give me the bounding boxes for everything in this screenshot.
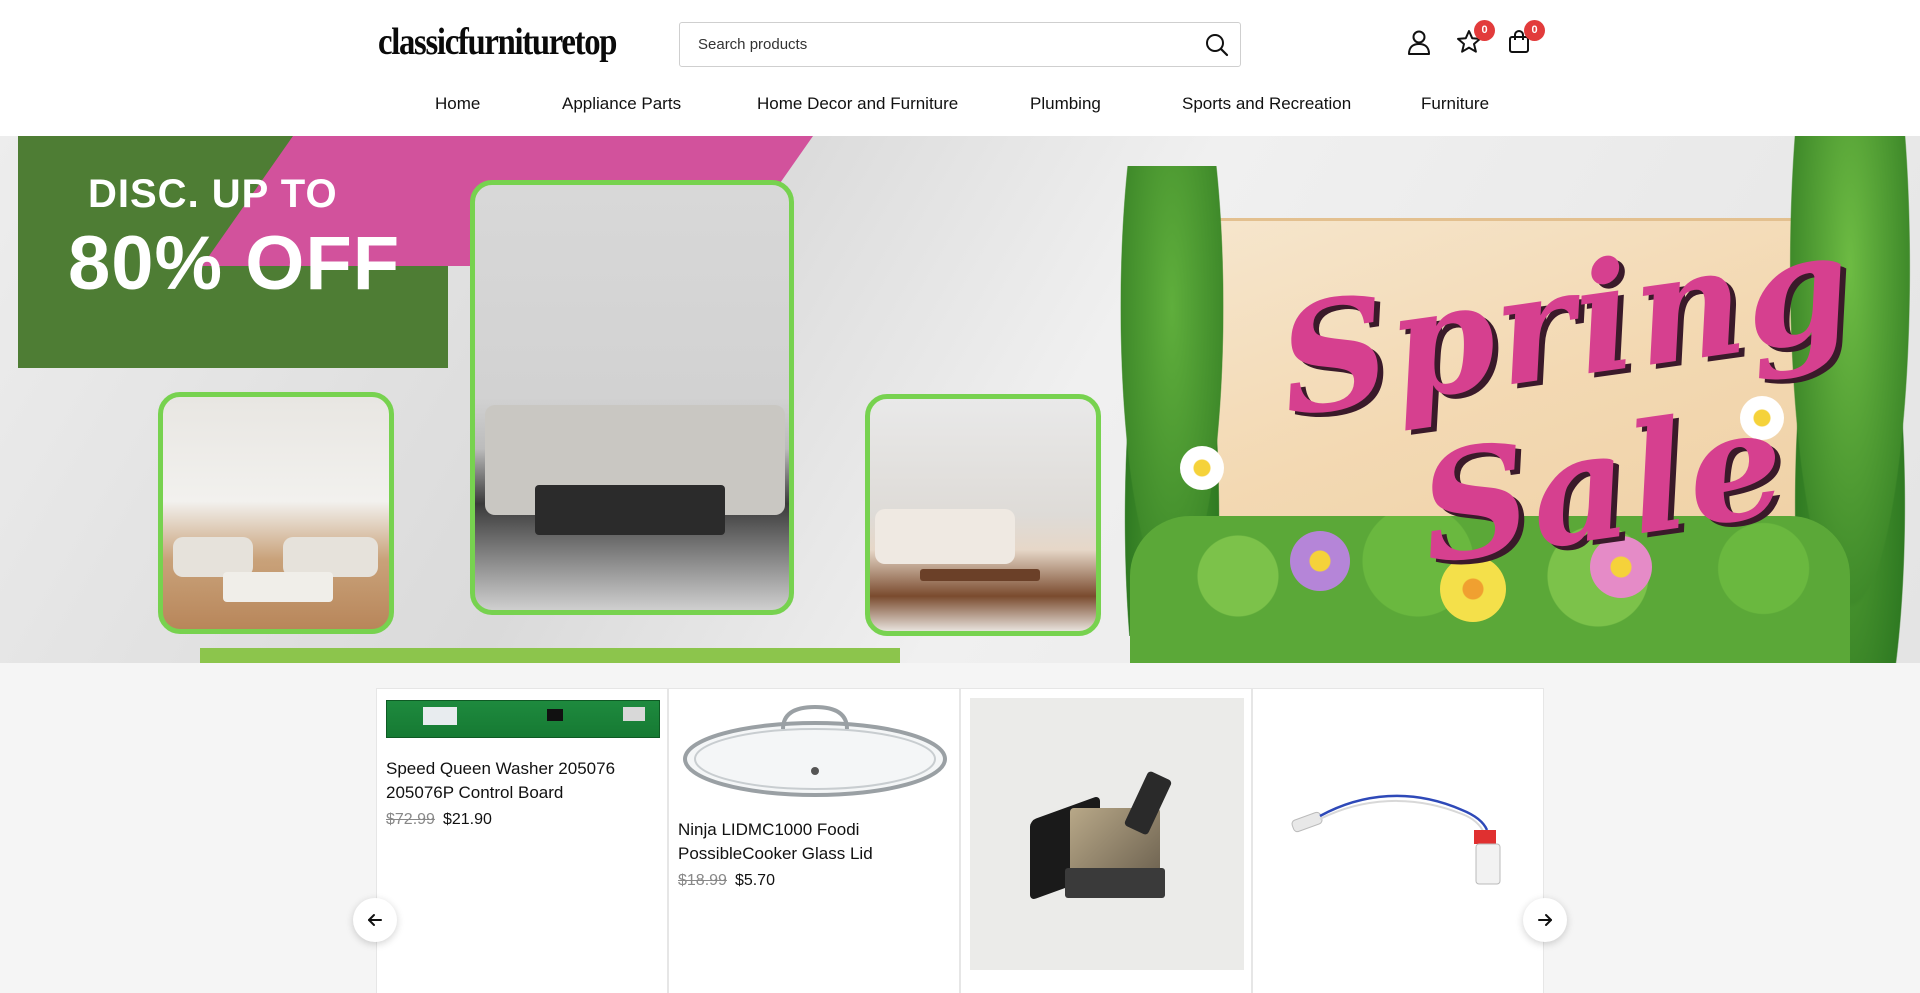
product-card[interactable] [1252,688,1544,993]
product-title[interactable]: Speed Queen Washer 205076 205076P Contro… [386,757,660,805]
banner-green-stripe [200,648,900,663]
carousel-next-button[interactable] [1523,898,1567,942]
user-icon [1408,30,1430,55]
nav-item-appliance-parts[interactable]: Appliance Parts [562,94,681,114]
product-image[interactable] [386,700,660,738]
product-price: $72.99 $21.90 [386,811,492,829]
product-card[interactable]: Speed Queen Washer 205076 205076P Contro… [376,688,668,993]
nav-item-home[interactable]: Home [435,94,480,114]
search-bar [679,22,1241,67]
product-image[interactable] [1262,698,1536,970]
wishlist-count-badge: 0 [1474,20,1495,41]
nav-item-furniture[interactable]: Furniture [1421,94,1489,114]
banner-flower [1290,531,1350,591]
site-header: classicfurnituretop 0 0 Home Appliance P [0,0,1920,136]
hero-banner[interactable]: DISC. UP TO 80% OFF Spring Sale [0,136,1920,663]
nav-item-sports-and-recreation[interactable]: Sports and Recreation [1182,94,1351,114]
search-button[interactable] [1204,32,1230,58]
product-image[interactable] [678,699,952,799]
product-old-price: $18.99 [678,872,727,889]
cart-count-badge: 0 [1524,20,1545,41]
product-image[interactable] [970,698,1244,970]
carousel-prev-button[interactable] [353,898,397,942]
cart-button[interactable]: 0 [1505,20,1545,56]
main-nav: Home Appliance Parts Home Decor and Furn… [0,94,1920,124]
wishlist-button[interactable]: 0 [1455,20,1495,56]
arrow-left-icon [368,914,382,926]
product-card[interactable] [960,688,1252,993]
product-card[interactable]: Ninja LIDMC1000 Foodi PossibleCooker Gla… [668,688,960,993]
nav-item-home-decor-and-furniture[interactable]: Home Decor and Furniture [757,94,958,114]
banner-room-photo-left [158,392,394,634]
banner-discount-line2: 80% OFF [68,221,401,306]
nav-item-plumbing[interactable]: Plumbing [1030,94,1101,114]
product-price: $18.99 $5.70 [678,872,775,890]
account-button[interactable] [1405,28,1433,56]
banner-discount-line1: DISC. UP TO [88,172,338,216]
product-carousel: Speed Queen Washer 205076 205076P Contro… [376,688,1544,993]
site-logo[interactable]: classicfurnituretop [378,20,617,64]
product-old-price: $72.99 [386,811,435,828]
glass-lid-image [683,704,947,797]
arrow-right-icon [1538,914,1552,926]
search-icon [1206,34,1229,57]
product-sale-price: $5.70 [734,872,775,889]
sensor-wire-image [1291,794,1501,885]
product-title[interactable]: Ninja LIDMC1000 Foodi PossibleCooker Gla… [678,818,952,866]
search-input[interactable] [698,23,1168,66]
banner-room-photo-right [865,394,1101,636]
product-sale-price: $21.90 [442,811,492,828]
banner-room-photo-center [470,180,794,615]
banner-flower [1180,446,1224,490]
